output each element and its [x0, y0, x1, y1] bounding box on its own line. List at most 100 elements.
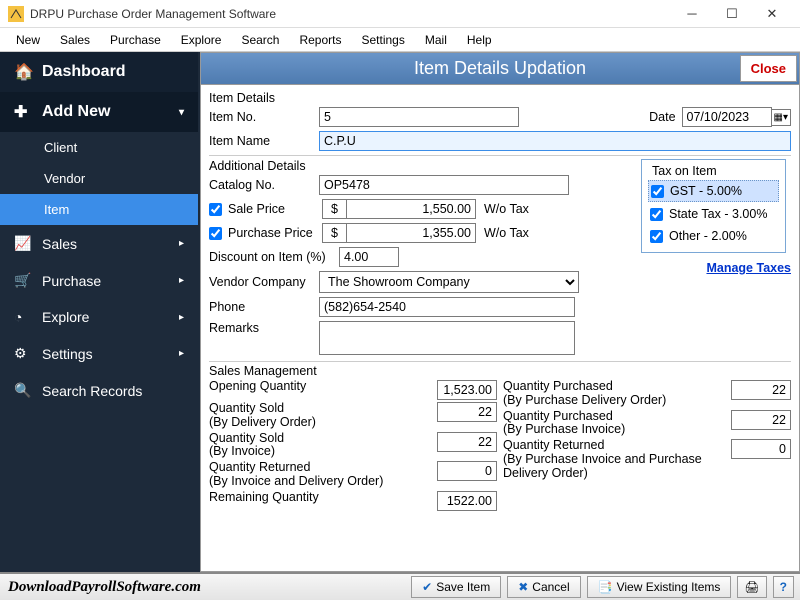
menu-explore[interactable]: Explore — [171, 30, 232, 50]
date-input[interactable] — [682, 107, 772, 127]
menu-new[interactable]: New — [6, 30, 50, 50]
qty-ret-label: Quantity Returned — [209, 460, 310, 474]
tax-gst-checkbox[interactable] — [651, 185, 664, 198]
tax-other-checkbox[interactable] — [650, 230, 663, 243]
item-no-input[interactable] — [319, 107, 519, 127]
sidebar-dashboard[interactable]: 🏠 Dashboard — [0, 52, 198, 92]
close-window-button[interactable]: ✕ — [752, 0, 792, 28]
qty-pur-inv-label: Quantity Purchased — [503, 409, 613, 423]
tax-state-checkbox[interactable] — [650, 208, 663, 221]
menu-purchase[interactable]: Purchase — [100, 30, 171, 50]
discount-label: Discount on Item (%) — [209, 250, 339, 264]
list-icon: 📑 — [598, 580, 613, 594]
menu-reports[interactable]: Reports — [289, 30, 351, 50]
sale-price-input[interactable] — [346, 199, 476, 219]
footer: DownloadPayrollSoftware.com ✔Save Item ✖… — [0, 572, 800, 600]
qty-sold-do-label: Quantity Sold — [209, 401, 284, 415]
sidebar-item-search-records[interactable]: 🔍 Search Records — [0, 372, 198, 409]
qty-pur-do-input[interactable] — [731, 380, 791, 400]
help-icon: ? — [780, 580, 787, 594]
currency-symbol: $ — [322, 223, 346, 243]
qty-ret-input[interactable] — [437, 461, 497, 481]
item-name-input[interactable] — [319, 131, 791, 151]
menu-mail[interactable]: Mail — [415, 30, 457, 50]
catalog-label: Catalog No. — [209, 178, 319, 192]
tax-row-gst[interactable]: GST - 5.00% — [648, 180, 779, 202]
titlebar: DRPU Purchase Order Management Software … — [0, 0, 800, 28]
printer-icon: 🖨 — [744, 580, 759, 594]
sidebar-item-explore[interactable]: ◔ Explore ▸ — [0, 299, 198, 335]
menu-sales[interactable]: Sales — [50, 30, 100, 50]
wo-tax-label: W/o Tax — [484, 202, 529, 216]
view-existing-button[interactable]: 📑View Existing Items — [587, 576, 732, 598]
menu-help[interactable]: Help — [457, 30, 502, 50]
remarks-label: Remarks — [209, 321, 319, 335]
vendor-select[interactable]: The Showroom Company — [319, 271, 579, 293]
qty-sold-inv-input[interactable] — [437, 432, 497, 452]
qty-pur-do-label: Quantity Purchased — [503, 379, 613, 393]
chevron-right-icon: ▸ — [179, 238, 184, 249]
manage-taxes-link[interactable]: Manage Taxes — [641, 261, 791, 275]
open-qty-input[interactable] — [437, 380, 497, 400]
purchase-price-input[interactable] — [346, 223, 476, 243]
sidebar-sub-item[interactable]: Item — [0, 194, 198, 225]
sidebar: 🏠 Dashboard ✚ Add New ▾ Client Vendor It… — [0, 52, 200, 572]
save-item-button[interactable]: ✔Save Item — [411, 576, 501, 598]
maximize-button[interactable]: ☐ — [712, 0, 752, 28]
x-icon: ✖ — [518, 580, 528, 594]
print-button[interactable]: 🖨 — [737, 576, 766, 598]
section-additional: Additional Details — [209, 159, 635, 173]
check-icon: ✔ — [422, 580, 432, 594]
sidebar-sub-client[interactable]: Client — [0, 132, 198, 163]
qty-pur-inv-input[interactable] — [731, 410, 791, 430]
menu-settings[interactable]: Settings — [352, 30, 415, 50]
date-label: Date — [649, 110, 675, 124]
sidebar-label: Explore — [42, 309, 89, 325]
qty-sold-do-sub: (By Delivery Order) — [209, 415, 316, 429]
item-name-label: Item Name — [209, 134, 319, 148]
wo-tax-label: W/o Tax — [484, 226, 529, 240]
dialog-title: Item Details Updation — [414, 58, 586, 78]
qty-sold-inv-sub: (By Invoice) — [209, 444, 275, 458]
minimize-button[interactable]: ─ — [672, 0, 712, 28]
compass-icon: ◔ — [14, 309, 32, 325]
sidebar-dashboard-label: Dashboard — [42, 63, 126, 81]
qty-ret-sub: (By Invoice and Delivery Order) — [209, 474, 383, 488]
sidebar-label: Search Records — [42, 383, 142, 399]
qty-sold-do-input[interactable] — [437, 402, 497, 422]
phone-input[interactable] — [319, 297, 575, 317]
remarks-input[interactable] — [319, 321, 575, 355]
home-icon: 🏠 — [14, 62, 32, 82]
sidebar-sub-vendor[interactable]: Vendor — [0, 163, 198, 194]
sidebar-item-purchase[interactable]: 🛒 Purchase ▸ — [0, 262, 198, 299]
sale-price-checkbox[interactable] — [209, 203, 222, 216]
discount-input[interactable] — [339, 247, 399, 267]
sidebar-addnew-label: Add New — [42, 103, 110, 121]
tax-row-other[interactable]: Other - 2.00% — [648, 226, 779, 246]
sidebar-label: Sales — [42, 236, 77, 252]
qty-pur-do-sub: (By Purchase Delivery Order) — [503, 393, 666, 407]
gear-icon: ⚙ — [14, 345, 32, 362]
tax-row-state[interactable]: State Tax - 3.00% — [648, 204, 779, 224]
sidebar-add-new[interactable]: ✚ Add New ▾ — [0, 92, 198, 132]
chevron-down-icon: ▾ — [179, 107, 184, 118]
menubar: New Sales Purchase Explore Search Report… — [0, 28, 800, 52]
item-form: Item Details Item No. Date ▦▾ Item Name … — [200, 84, 800, 572]
purchase-price-checkbox[interactable] — [209, 227, 222, 240]
plus-icon: ✚ — [14, 102, 32, 122]
cancel-button[interactable]: ✖Cancel — [507, 576, 580, 598]
close-button[interactable]: Close — [740, 55, 797, 82]
purchase-price-label: Purchase Price — [228, 226, 322, 240]
qty-ret2-input[interactable] — [731, 439, 791, 459]
item-no-label: Item No. — [209, 110, 319, 124]
rem-qty-label: Remaining Quantity — [209, 491, 437, 505]
rem-qty-input[interactable] — [437, 491, 497, 511]
open-qty-label: Opening Quantity — [209, 380, 437, 394]
sidebar-item-settings[interactable]: ⚙ Settings ▸ — [0, 335, 198, 372]
sidebar-item-sales[interactable]: 📈 Sales ▸ — [0, 225, 198, 262]
menu-search[interactable]: Search — [231, 30, 289, 50]
sidebar-label: Purchase — [42, 273, 101, 289]
calendar-dropdown-icon[interactable]: ▦▾ — [772, 109, 791, 126]
catalog-input[interactable] — [319, 175, 569, 195]
help-button[interactable]: ? — [773, 576, 794, 598]
